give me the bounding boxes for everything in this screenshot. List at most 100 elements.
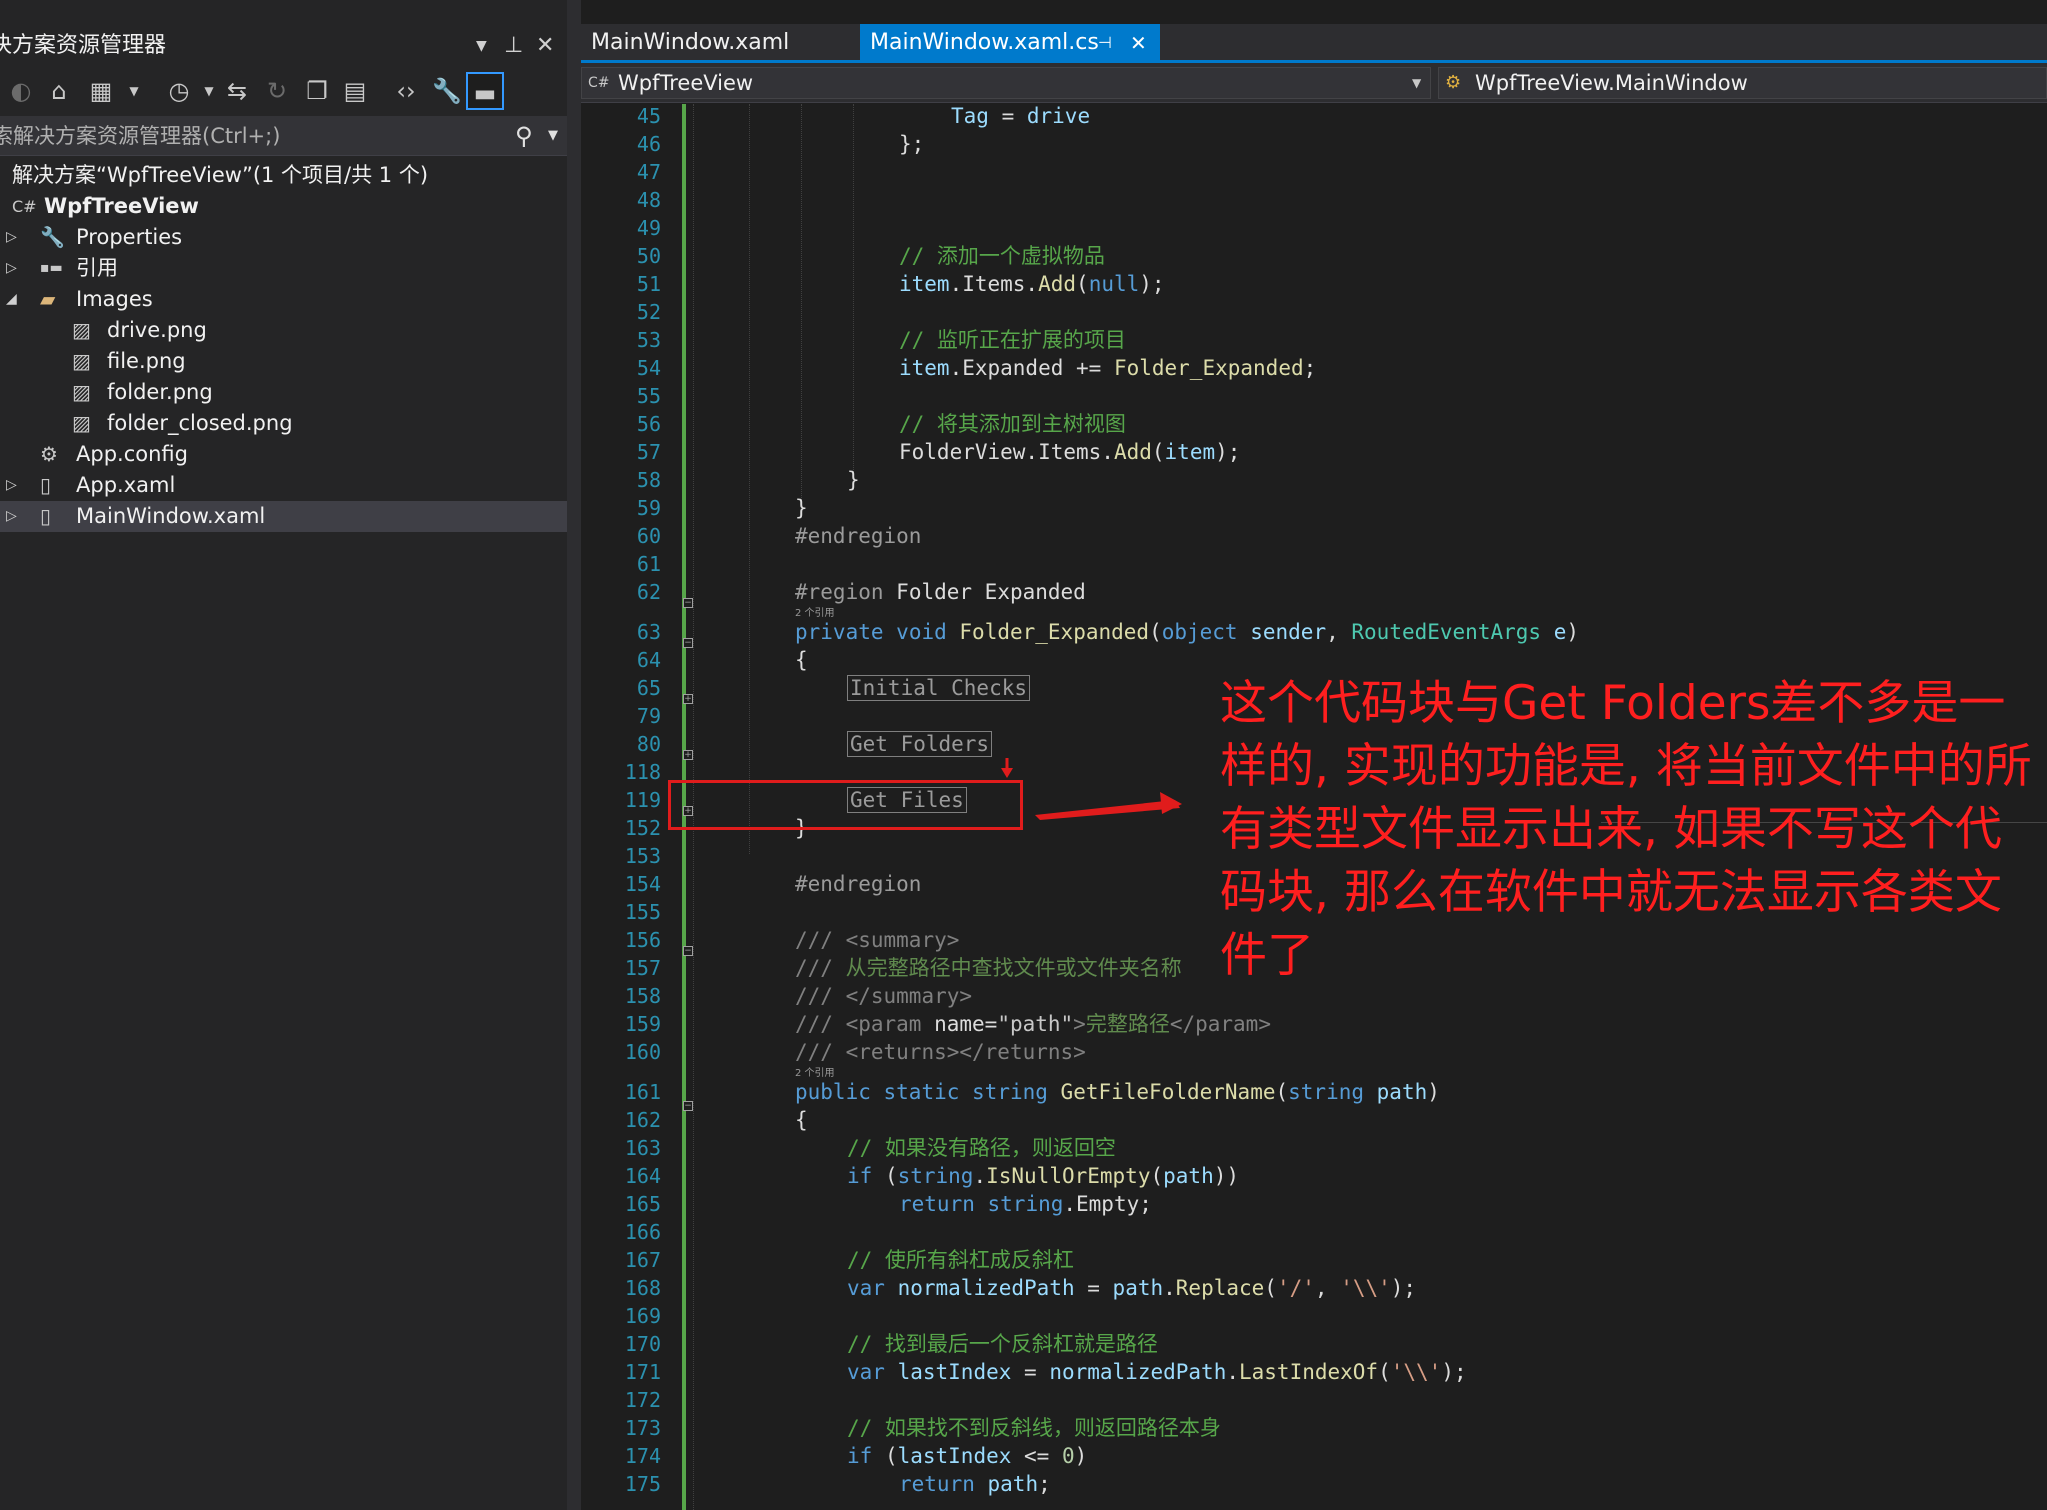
code-line: /// 从完整路径中查找文件或文件夹名称	[795, 956, 1182, 980]
region-name: Folder Expanded	[896, 580, 1086, 604]
line-number: 118	[624, 760, 661, 784]
pin-icon[interactable]: ⊥	[504, 25, 523, 67]
code-line: // 如果找不到反斜线，则返回路径本身	[847, 1414, 1221, 1442]
code-line: #endregion	[795, 872, 922, 896]
code-line: Tag = drive	[951, 104, 1091, 128]
chevron-down-icon[interactable]: ▼	[115, 72, 153, 110]
fold-toggle-icon[interactable]: −	[683, 1101, 693, 1111]
collapsed-region-initial-checks[interactable]: Initial Checks	[847, 675, 1031, 701]
tree-item-references[interactable]: ▷ ▪▬ 引用	[0, 253, 567, 284]
back-icon[interactable]: ◐	[2, 72, 40, 110]
close-icon[interactable]: ✕	[1130, 24, 1147, 62]
line-number: 156	[624, 928, 661, 952]
chevron-down-icon[interactable]: ▼	[1412, 68, 1421, 98]
expand-arrow-icon[interactable]: ▷	[6, 470, 17, 501]
project-dropdown[interactable]: C# WpfTreeView ▼	[581, 67, 1431, 99]
code-line: var lastIndex = normalizedPath.LastIndex…	[847, 1360, 1467, 1384]
tab-mainwindow-xaml[interactable]: MainWindow.xaml	[581, 24, 851, 62]
line-number: 169	[624, 1304, 661, 1328]
panel-title: 决方案资源管理器	[0, 33, 167, 58]
tab-mainwindow-xaml-cs[interactable]: MainWindow.xaml.cs ⊣ ✕	[860, 24, 1160, 62]
tree-item-app-xaml[interactable]: ▷ ▯ App.xaml	[0, 470, 567, 501]
line-number: 48	[636, 188, 661, 212]
line-number: 55	[636, 384, 661, 408]
line-number: 49	[636, 216, 661, 240]
sync-icon[interactable]: ⇆	[218, 72, 256, 110]
solution-explorer-title-bar: 决方案资源管理器 ▼ ⊥ ✕	[0, 25, 567, 67]
tree-item-app-config[interactable]: ⚙ App.config	[0, 439, 567, 470]
code-line: #region Folder Expanded	[795, 580, 1086, 604]
close-icon[interactable]: ✕	[536, 25, 554, 67]
chevron-down-icon[interactable]: ▼	[476, 25, 487, 67]
navigation-bar: C# WpfTreeView ▼ ⚙ WpfTreeView.MainWindo…	[581, 63, 2047, 103]
home-icon[interactable]: ⌂	[40, 72, 78, 110]
fold-toggle-icon[interactable]: −	[683, 638, 693, 648]
tree-item-folder-png[interactable]: ▨ folder.png	[0, 377, 567, 408]
fold-toggle-icon[interactable]: −	[683, 946, 693, 956]
code-line: // 将其添加到主树视图	[899, 410, 1126, 438]
line-number: 46	[636, 132, 661, 156]
code-line: Get Folders	[847, 730, 993, 758]
tree-item-images-folder[interactable]: ◢ ▰ Images	[0, 284, 567, 315]
tree-item-label: WpfTreeView	[44, 194, 199, 218]
image-file-icon: ▨	[72, 318, 91, 342]
code-line: };	[899, 132, 925, 156]
collapse-all-icon[interactable]: ❐	[298, 72, 336, 110]
properties-wrench-icon[interactable]: 🔧	[428, 72, 466, 110]
line-number: 154	[624, 872, 661, 896]
code-comment: // 使所有斜杠成反斜杠	[847, 1248, 1074, 1272]
tree-item-properties[interactable]: ▷ 🔧 Properties	[0, 222, 567, 253]
tree-item-label: Images	[76, 287, 153, 311]
tree-item-folder-closed-png[interactable]: ▨ folder_closed.png	[0, 408, 567, 439]
chevron-down-icon[interactable]: ▼	[548, 116, 558, 156]
annotation-text: 这个代码块与Get Folders差不多是一样的, 实现的功能是, 将当前文件中…	[1220, 676, 2032, 983]
collapse-arrow-icon[interactable]: ◢	[6, 284, 17, 315]
refresh-icon[interactable]: ↻	[258, 72, 296, 110]
solution-explorer-search[interactable]: 索解决方案资源管理器(Ctrl+;) ⚲ ▼	[0, 116, 567, 156]
reference-count[interactable]: 2 个引用	[795, 604, 835, 619]
tree-item-label: 解决方案“WpfTreeView”(1 个项目/共 1 个)	[12, 163, 429, 187]
code-comment: // 找到最后一个反斜杠就是路径	[847, 1332, 1158, 1356]
fold-toggle-icon[interactable]: +	[683, 750, 693, 760]
code-comment: // 将其添加到主树视图	[899, 412, 1126, 436]
tree-item-mainwindow-xaml[interactable]: ▷ ▯ MainWindow.xaml	[0, 501, 567, 532]
expand-arrow-icon[interactable]: ▷	[6, 253, 17, 284]
line-number: 152	[624, 816, 661, 840]
search-input[interactable]: 索解决方案资源管理器(Ctrl+;)	[0, 116, 280, 156]
class-dropdown-value: WpfTreeView.MainWindow	[1475, 71, 1748, 95]
code-comment: // 监听正在扩展的项目	[899, 328, 1126, 352]
code-line: /// <returns></returns>	[795, 1040, 1086, 1064]
code-line: #endregion	[795, 524, 922, 548]
tree-item-project[interactable]: C# WpfTreeView	[0, 191, 567, 222]
class-dropdown[interactable]: ⚙ WpfTreeView.MainWindow	[1438, 67, 2047, 99]
tree-item-drive-png[interactable]: ▨ drive.png	[0, 315, 567, 346]
tree-item-file-png[interactable]: ▨ file.png	[0, 346, 567, 377]
line-number: 63	[636, 620, 661, 644]
fold-toggle-icon[interactable]: −	[683, 598, 693, 608]
show-all-files-icon[interactable]: ▤	[336, 72, 374, 110]
expand-arrow-icon[interactable]: ▷	[6, 222, 17, 253]
image-file-icon: ▨	[72, 411, 91, 435]
csharp-project-icon: C#	[588, 75, 610, 91]
line-number: 62	[636, 580, 661, 604]
wrench-icon: 🔧	[40, 225, 65, 249]
preview-selected-icon[interactable]: ▬	[466, 72, 504, 110]
view-code-icon[interactable]: ‹›	[387, 72, 425, 110]
code-line: // 找到最后一个反斜杠就是路径	[847, 1330, 1158, 1358]
search-icon[interactable]: ⚲	[515, 116, 533, 156]
tree-item-solution[interactable]: ▮ 解决方案“WpfTreeView”(1 个项目/共 1 个)	[0, 160, 567, 191]
line-number: 157	[624, 956, 661, 980]
reference-count[interactable]: 2 个引用	[795, 1064, 835, 1079]
pin-icon[interactable]: ⊣	[1098, 24, 1112, 62]
panel-splitter[interactable]	[567, 0, 581, 1510]
expand-arrow-icon[interactable]: ▷	[6, 501, 17, 532]
folder-open-icon: ▰	[40, 287, 56, 311]
line-number: 153	[624, 844, 661, 868]
line-number: 168	[624, 1276, 661, 1300]
line-number: 164	[624, 1164, 661, 1188]
line-number: 51	[636, 272, 661, 296]
fold-toggle-icon[interactable]: +	[683, 694, 693, 704]
code-comment: // 添加一个虚拟物品	[899, 244, 1105, 268]
image-file-icon: ▨	[72, 380, 91, 404]
collapsed-region-get-folders[interactable]: Get Folders	[847, 731, 993, 757]
